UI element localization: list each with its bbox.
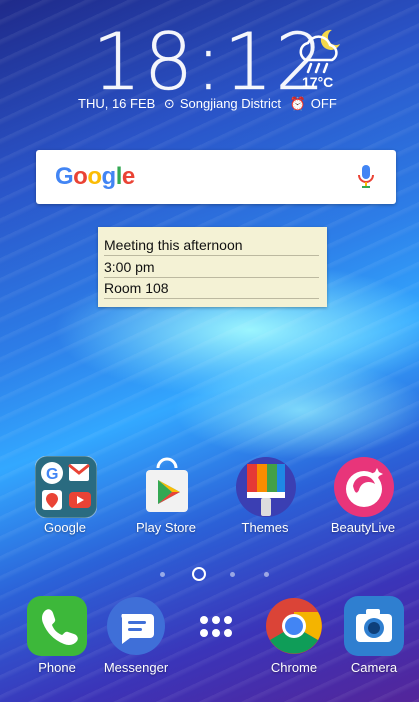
page-dot[interactable] [230,572,235,577]
clock-hours: 18 [92,18,196,108]
phone-icon [27,596,87,656]
page-indicator[interactable] [0,565,419,585]
themes-icon [235,456,296,517]
weather-widget[interactable]: 17°C [294,26,348,96]
app-drawer-icon [186,596,246,656]
app-label: Google [44,520,86,535]
dock-camera[interactable]: Camera [329,596,419,675]
cloud-rain-moon-icon [299,29,340,74]
page-dot-active[interactable] [192,567,206,581]
date-location-line: THU, 16 FEB ⊙ Songjiang District ⏰ OFF [78,96,342,112]
alarm-status: OFF [310,96,337,111]
memo-line: Room 108 [104,278,319,299]
clock-colon: : [195,18,224,108]
google-folder-icon: G [34,455,98,519]
app-google-folder[interactable]: G Google [20,455,110,535]
memo-line: Meeting this afternoon [104,235,319,256]
app-beautylive[interactable]: BeautyLive [318,456,408,535]
dock-chrome[interactable]: Chrome [249,596,339,675]
clock-widget[interactable]: 18:12 [92,24,325,103]
alarm-icon: ⏰ [289,96,306,111]
logo-letter: e [121,163,135,190]
logo-letter: o [87,163,102,190]
app-label: Play Store [136,520,196,535]
app-label: Themes [241,520,289,535]
mic-icon[interactable] [358,164,374,190]
page-dot[interactable] [160,572,165,577]
logo-letter: g [101,163,117,190]
logo-letter: o [73,163,88,190]
google-logo: Google [55,163,135,191]
svg-text:G: G [46,466,58,483]
page-dot[interactable] [264,572,269,577]
logo-letter: G [55,163,74,190]
google-search-bar[interactable]: Google [36,150,396,204]
temperature: 17°C [302,74,334,90]
app-label: Camera [350,660,398,675]
location-text: Songjiang District [179,96,281,111]
location-pin-icon: ⊙ [163,96,175,111]
memo-line: 3:00 pm [104,257,319,278]
chrome-icon [264,596,324,656]
app-label: Phone [38,660,76,675]
memo-widget[interactable]: Meeting this afternoon 3:00 pm Room 108 [98,227,327,307]
dock-app-drawer[interactable] [171,596,261,660]
app-play-store[interactable]: Play Store [121,456,211,535]
beautylive-icon [333,456,394,517]
dock-phone[interactable]: Phone [12,596,102,675]
messenger-icon [106,596,166,656]
dock-messenger[interactable]: Messenger [91,596,181,675]
date-text: THU, 16 FEB [78,96,156,111]
app-label: Chrome [270,660,318,675]
app-themes[interactable]: Themes [220,456,310,535]
camera-icon [344,596,404,656]
app-label: BeautyLive [330,520,396,535]
app-label: Messenger [103,660,169,675]
play-store-icon [136,456,196,516]
